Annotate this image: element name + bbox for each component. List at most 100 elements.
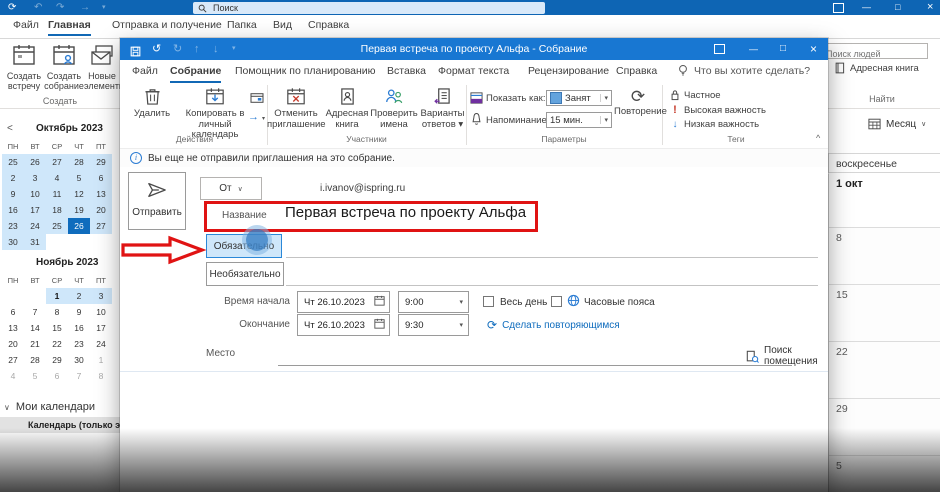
mini-calendar-day[interactable]: 9 — [2, 186, 24, 202]
mini-calendar-day[interactable]: 30 — [68, 352, 90, 368]
dropdown-icon[interactable]: ▾ — [262, 115, 265, 122]
calendar-prev-icon[interactable]: < — [7, 123, 13, 134]
mini-calendar-day[interactable]: 13 — [2, 320, 24, 336]
required-field-underline[interactable] — [286, 257, 818, 258]
end-time-field[interactable]: 9:30 ▾ — [398, 314, 469, 336]
mini-calendar-day[interactable]: 2 — [68, 288, 90, 304]
mini-calendar-day[interactable]: 22 — [46, 336, 68, 352]
mini-calendar-day[interactable]: 8 — [90, 368, 112, 384]
mini-calendar-day[interactable]: 9 — [68, 304, 90, 320]
low-importance-button[interactable]: ↓ Низкая важность — [670, 119, 759, 130]
mini-calendar-day[interactable]: 7 — [24, 304, 46, 320]
mini-calendar-day[interactable]: 26 — [24, 154, 46, 170]
tab-review[interactable]: Рецензирование — [528, 65, 609, 77]
mini-calendar-day[interactable]: 18 — [46, 202, 68, 218]
delete-button[interactable]: Удалить — [126, 87, 178, 120]
mini-calendar-day[interactable]: 7 — [68, 368, 90, 384]
mini-calendar-day[interactable]: 20 — [2, 336, 24, 352]
maximize-icon[interactable]: □ — [895, 0, 900, 15]
address-book-button[interactable]: Адресная книга — [834, 62, 919, 74]
view-month-button[interactable]: Месяц ∨ — [868, 118, 926, 130]
mini-calendar-day[interactable]: 26 — [68, 218, 90, 234]
up-arrow-icon[interactable]: ↑ — [194, 38, 200, 60]
mini-calendar-day[interactable]: 25 — [2, 154, 24, 170]
high-importance-button[interactable]: ! Высокая важность — [670, 104, 766, 116]
mini-calendar-day[interactable]: 29 — [90, 154, 112, 170]
mini-calendar-day[interactable]: 25 — [46, 218, 68, 234]
end-date-field[interactable]: Чт 26.10.2023 — [297, 314, 390, 336]
mini-calendar-day[interactable]: 27 — [2, 352, 24, 368]
mini-calendar-day[interactable]: 30 — [2, 234, 24, 250]
from-button[interactable]: От ∨ — [200, 177, 262, 200]
mini-calendar-day[interactable]: 31 — [24, 234, 46, 250]
response-options-button[interactable]: Варианты ответов ▾ — [419, 87, 466, 130]
save-icon[interactable] — [130, 43, 141, 55]
dropdown-icon[interactable]: ▾ — [459, 321, 468, 329]
mini-calendar-day[interactable]: 1 — [46, 288, 68, 304]
month-view-cell[interactable]: 15 — [829, 285, 940, 342]
close-icon[interactable]: × — [810, 38, 817, 60]
address-book-button[interactable]: Адресная книга — [325, 87, 369, 130]
timezones-checkbox[interactable] — [551, 296, 562, 307]
mini-calendar-day[interactable]: 29 — [46, 352, 68, 368]
mini-calendar-day[interactable]: 6 — [90, 170, 112, 186]
month-view-cell[interactable]: 29 — [829, 399, 940, 456]
mini-calendar-day[interactable]: 21 — [24, 336, 46, 352]
mini-calendar-day[interactable]: 2 — [2, 170, 24, 186]
month-view-cell[interactable]: 5 — [829, 456, 940, 492]
my-calendars-header[interactable]: ∨ Мои календари — [4, 401, 95, 413]
redo-icon[interactable]: ↻ — [173, 38, 182, 60]
mini-calendar-day[interactable]: 11 — [46, 186, 68, 202]
mini-calendar-day[interactable]: 19 — [68, 202, 90, 218]
tab-home[interactable]: Главная — [48, 19, 91, 36]
mini-calendar-day[interactable]: 6 — [46, 368, 68, 384]
mini-calendar-day[interactable]: 27 — [46, 154, 68, 170]
maximize-icon[interactable]: □ — [780, 38, 786, 60]
start-date-field[interactable]: Чт 26.10.2023 — [297, 291, 390, 313]
tab-insert[interactable]: Вставка — [387, 65, 426, 77]
mini-calendar-day[interactable]: 16 — [2, 202, 24, 218]
mini-calendar-day[interactable]: 5 — [24, 368, 46, 384]
start-time-field[interactable]: 9:00 ▾ — [398, 291, 469, 313]
reminder-dropdown[interactable]: 15 мин. ▾ — [546, 112, 612, 128]
new-meeting-button[interactable]: Создать собрание — [44, 42, 84, 92]
mini-calendar-day[interactable]: 24 — [24, 218, 46, 234]
required-attendees-button[interactable]: Обязательно — [206, 234, 282, 258]
mini-calendar-day[interactable]: 10 — [90, 304, 112, 320]
mini-calendar-day[interactable]: 17 — [24, 202, 46, 218]
tab-view[interactable]: Вид — [273, 19, 292, 31]
location-field-underline[interactable] — [278, 365, 792, 366]
tell-me-box[interactable]: Что вы хотите сделать? — [694, 65, 810, 77]
private-button[interactable]: Частное — [670, 89, 721, 101]
tab-scheduling-assistant[interactable]: Помощник по планированию — [235, 65, 376, 77]
people-search-input[interactable] — [823, 47, 922, 59]
tab-format-text[interactable]: Формат текста — [438, 65, 509, 77]
mini-calendar-day[interactable]: 17 — [90, 320, 112, 336]
mini-calendar-day[interactable]: 3 — [90, 288, 112, 304]
show-as-dropdown[interactable]: Занят ▾ — [546, 90, 612, 106]
make-recurring-link[interactable]: ⟳ Сделать повторяющимся — [487, 318, 620, 332]
undo-icon[interactable]: ↺ — [152, 38, 161, 60]
mini-calendar-day[interactable]: 23 — [68, 336, 90, 352]
collapse-ribbon-icon[interactable]: ^ — [816, 133, 820, 143]
customize-quick-access-icon[interactable]: ▾ — [232, 38, 236, 60]
sync-icon[interactable]: ⟳ — [8, 0, 16, 15]
recurrence-button[interactable]: ⟳ Повторение — [614, 87, 662, 118]
mini-calendar-day[interactable]: 16 — [68, 320, 90, 336]
redo-icon[interactable]: ↷ — [56, 0, 64, 15]
mini-calendar-day[interactable]: 23 — [2, 218, 24, 234]
mini-calendar-day[interactable]: 1 — [90, 352, 112, 368]
date-picker-icon[interactable] — [374, 318, 389, 332]
forward-icon[interactable]: → — [80, 0, 90, 15]
mini-calendar-day[interactable]: 27 — [90, 218, 112, 234]
switch-windows-icon[interactable] — [833, 3, 844, 13]
minimize-icon[interactable]: — — [749, 38, 758, 60]
forward-arrow-icon[interactable]: → — [248, 111, 259, 123]
switch-windows-icon[interactable] — [714, 44, 725, 54]
mini-calendar-day[interactable]: 3 — [24, 170, 46, 186]
mini-calendar-day[interactable]: 20 — [90, 202, 112, 218]
all-day-checkbox[interactable] — [483, 296, 494, 307]
mini-calendar-day[interactable]: 4 — [2, 368, 24, 384]
date-picker-icon[interactable] — [374, 295, 389, 309]
optional-attendees-button[interactable]: Необязательно — [206, 262, 284, 286]
